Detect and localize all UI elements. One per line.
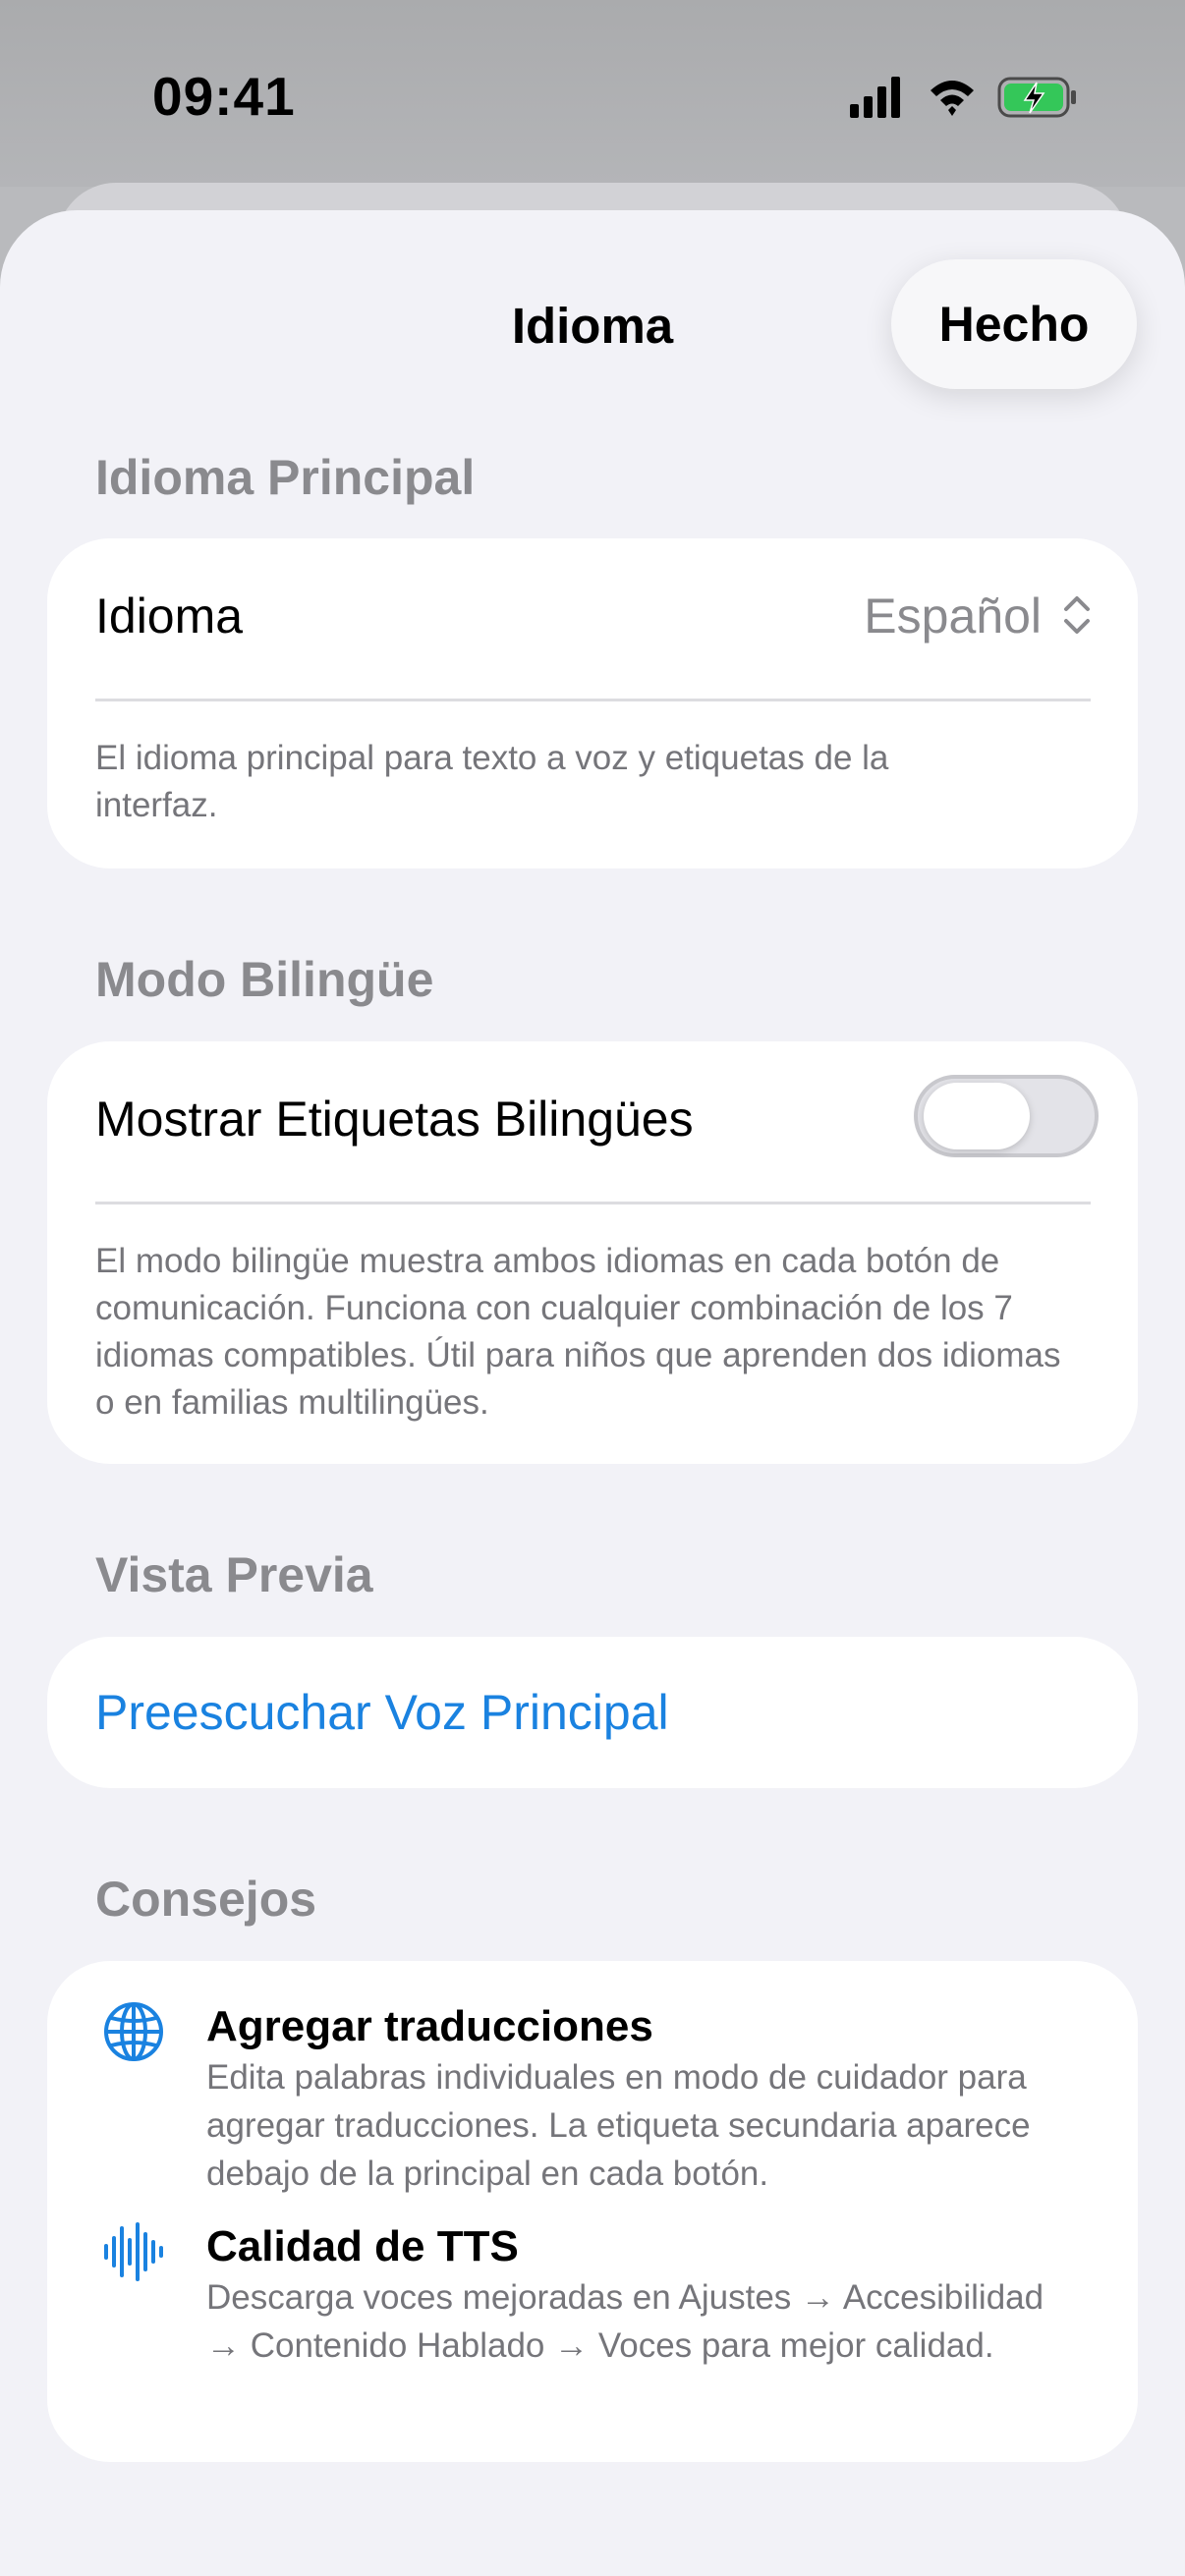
done-button[interactable]: Hecho <box>891 259 1137 389</box>
cellular-signal-icon <box>850 77 900 118</box>
language-row-label: Idioma <box>95 588 244 644</box>
tip-title: Agregar traducciones <box>206 2002 653 2050</box>
status-icons <box>850 77 1076 118</box>
language-picker-row[interactable]: Idioma Español <box>47 538 1138 692</box>
section-header-primary-language: Idioma Principal <box>95 450 476 505</box>
bilingual-toggle-label: Mostrar Etiquetas Bilingües <box>95 1092 694 1147</box>
primary-language-footnote: El idioma principal para texto a voz y e… <box>95 739 889 824</box>
preview-voice-button[interactable]: Preescuchar Voz Principal <box>95 1684 669 1741</box>
bilingual-card: Mostrar Etiquetas Bilingües El modo bili… <box>47 1041 1138 1464</box>
wifi-icon <box>931 81 974 116</box>
battery-charging-icon <box>997 77 1076 118</box>
language-value[interactable]: Español <box>864 588 1042 644</box>
tip-title: Calidad de TTS <box>206 2222 519 2270</box>
section-header-preview: Vista Previa <box>95 1547 373 1602</box>
primary-language-card: Idioma Español El idioma principal para … <box>47 538 1138 868</box>
waveform-icon <box>104 2222 163 2281</box>
globe-icon <box>104 2002 163 2061</box>
divider <box>95 699 1091 701</box>
toggle-knob <box>924 1083 1030 1149</box>
language-sheet: Idioma Hecho Idioma Principal Idioma Esp… <box>0 210 1185 2576</box>
chevron-up-down-icon <box>1064 596 1090 634</box>
preview-card: Preescuchar Voz Principal <box>47 1637 1138 1788</box>
status-time: 09:41 <box>152 66 296 127</box>
section-header-tips: Consejos <box>95 1872 317 1927</box>
divider <box>95 1202 1091 1204</box>
tips-card: Agregar traducciones Edita palabras indi… <box>47 1961 1138 2462</box>
bilingual-labels-toggle[interactable] <box>914 1075 1099 1157</box>
status-bar: 09:41 <box>0 0 1185 187</box>
tip-text: Descarga voces mejoradas en Ajustes → Ac… <box>206 2278 1044 2365</box>
bilingual-footnote: El modo bilingüe muestra ambos idiomas e… <box>95 1242 1061 1422</box>
section-header-bilingual: Modo Bilingüe <box>95 952 434 1007</box>
tip-text: Edita palabras individuales en modo de c… <box>206 2058 1031 2193</box>
